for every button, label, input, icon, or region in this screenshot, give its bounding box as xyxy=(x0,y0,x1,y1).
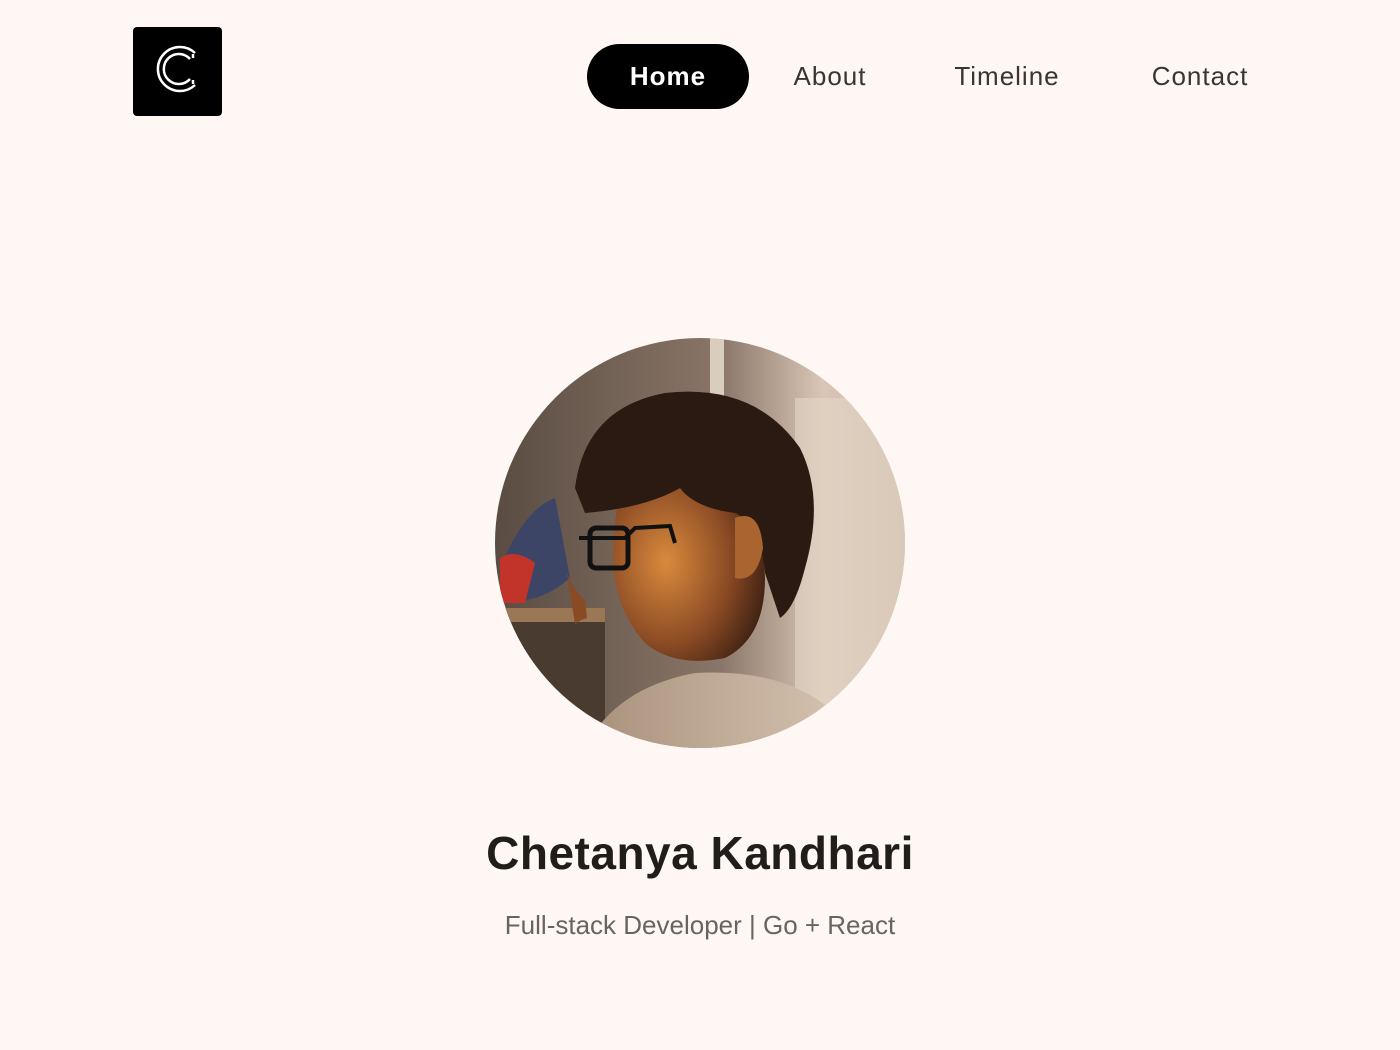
nav-contact[interactable]: Contact xyxy=(1130,44,1270,109)
nav-home[interactable]: Home xyxy=(587,44,749,109)
logo[interactable] xyxy=(133,27,222,116)
nav-about[interactable]: About xyxy=(775,44,885,109)
profile-name: Chetanya Kandhari xyxy=(486,827,914,879)
profile-tagline: Full-stack Developer | Go + React xyxy=(504,910,896,940)
site-header: Home About Timeline Contact xyxy=(0,0,1400,150)
nav-timeline[interactable]: Timeline xyxy=(937,44,1077,109)
profile-photo xyxy=(495,338,905,748)
c-monogram-icon xyxy=(148,39,208,104)
